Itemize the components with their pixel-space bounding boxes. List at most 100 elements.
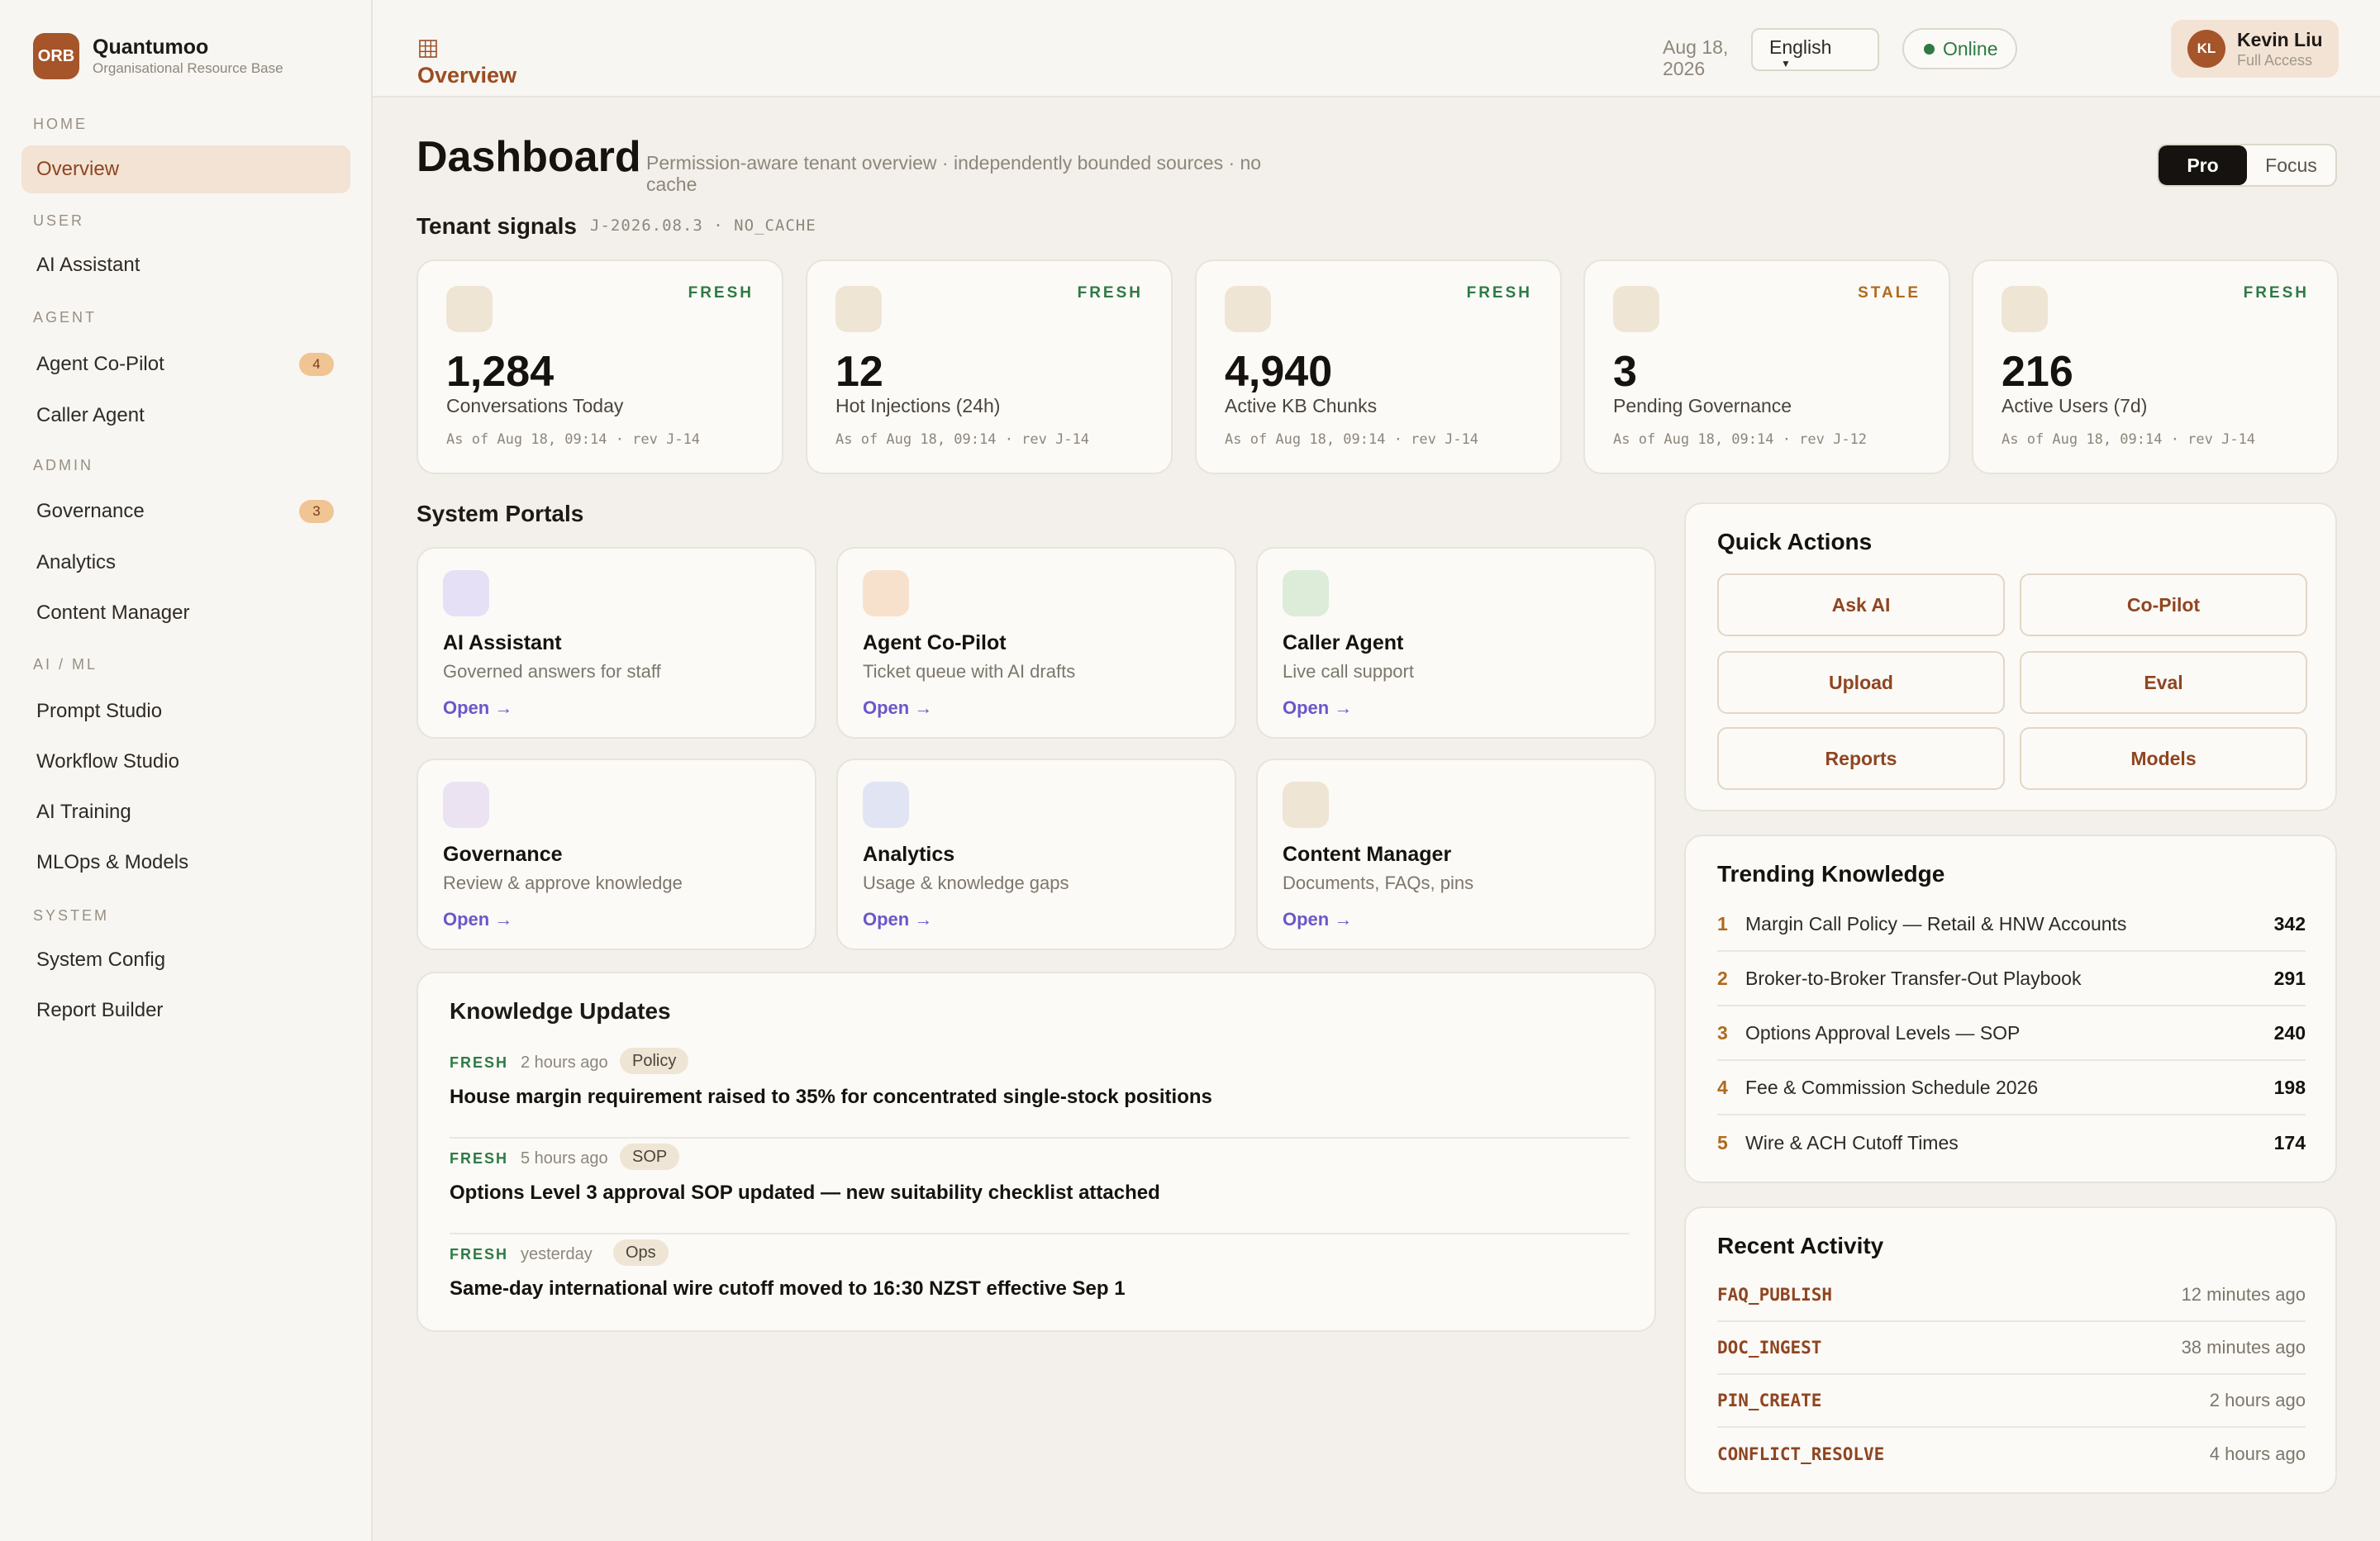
kpi-card-pending-governance[interactable]: STALE 3 Pending Governance As of Aug 18,… — [1583, 259, 1950, 474]
sidebar-item-prompt-studio[interactable]: Prompt Studio — [21, 687, 350, 735]
kpi-card-kb-chunks[interactable]: FRESH 4,940 Active KB Chunks As of Aug 1… — [1195, 259, 1562, 474]
list-item[interactable]: 5 Wire & ACH Cutoff Times 174 — [1717, 1115, 2306, 1170]
sidebar-item-label: Report Builder — [36, 999, 164, 1021]
rank-number: 5 — [1717, 1131, 1728, 1153]
sidebar-item-content-manager[interactable]: Content Manager — [21, 589, 350, 637]
kpi-timestamp: As of Aug 18, 09:14 · rev J-14 — [835, 431, 1090, 448]
sidebar-item-ai-assistant[interactable]: AI Assistant — [21, 241, 350, 289]
list-item[interactable]: 1 Margin Call Policy — Retail & HNW Acco… — [1717, 897, 2306, 952]
reports-button[interactable]: Reports — [1717, 727, 2005, 790]
metric-icon — [446, 286, 493, 332]
kpi-card-hot-injections[interactable]: FRESH 12 Hot Injections (24h) As of Aug … — [806, 259, 1173, 474]
trending-article: Wire & ACH Cutoff Times — [1745, 1131, 1959, 1153]
event-code: CONFLICT_RESOLVE — [1717, 1444, 1885, 1464]
portal-card-caller-agent[interactable]: Caller Agent Live call support Open → — [1256, 547, 1656, 739]
portal-open-link[interactable]: Open → — [863, 909, 932, 930]
sidebar-item-analytics[interactable]: Analytics — [21, 539, 350, 587]
sidebar-item-caller-agent[interactable]: Caller Agent — [21, 392, 350, 440]
list-item[interactable]: FRESH yesterday Ops Same-day internation… — [450, 1234, 1630, 1330]
list-item[interactable]: FRESH 5 hours ago SOP Options Level 3 ap… — [450, 1139, 1630, 1234]
sidebar-item-label: System Config — [36, 949, 166, 971]
table-row[interactable]: FAQ_PUBLISH 12 minutes ago — [1717, 1269, 2306, 1322]
view-mode-toggle: Pro Focus — [2157, 144, 2337, 187]
nav-section-system: SYSTEM — [33, 907, 110, 924]
portal-icon — [863, 782, 909, 828]
sidebar-item-workflow-studio[interactable]: Workflow Studio — [21, 738, 350, 786]
sidebar-item-label: Agent Co-Pilot — [36, 353, 164, 375]
portal-open-link[interactable]: Open → — [1283, 909, 1352, 930]
portal-description: Usage & knowledge gaps — [863, 873, 1069, 893]
list-item[interactable]: 2 Broker-to-Broker Transfer-Out Playbook… — [1717, 952, 2306, 1006]
caret-down-icon: ▼ — [1781, 58, 1791, 69]
portal-open-link[interactable]: Open → — [443, 909, 512, 930]
view-count: 291 — [2273, 967, 2306, 989]
sidebar-item-mlops-models[interactable]: MLOps & Models — [21, 839, 350, 887]
category-tag: Ops — [613, 1239, 669, 1266]
portal-icon — [1283, 782, 1329, 828]
brand[interactable]: ORB Quantumoo Organisational Resource Ba… — [33, 33, 283, 79]
language-select[interactable]: English ▼ — [1751, 28, 1879, 71]
sidebar-item-label: MLOps & Models — [36, 851, 189, 873]
portal-description: Live call support — [1283, 661, 1414, 682]
user-menu[interactable]: KL Kevin Liu Full Access — [2171, 20, 2339, 78]
kpi-label: Conversations Today — [446, 395, 624, 416]
event-time: 38 minutes ago — [2181, 1337, 2306, 1358]
event-code: FAQ_PUBLISH — [1717, 1285, 1833, 1305]
page-breadcrumb-title: Overview — [417, 63, 517, 88]
nav-section-ai-ml: AI / ML — [33, 656, 98, 673]
kpi-label: Active KB Chunks — [1225, 395, 1378, 416]
table-row[interactable]: PIN_CREATE 2 hours ago — [1717, 1375, 2306, 1428]
portal-card-ai-assistant[interactable]: AI Assistant Governed answers for staff … — [416, 547, 816, 739]
table-row[interactable]: DOC_INGEST 38 minutes ago — [1717, 1322, 2306, 1375]
portals-title: System Portals — [416, 501, 584, 526]
event-code: PIN_CREATE — [1717, 1391, 1822, 1410]
portal-card-analytics[interactable]: Analytics Usage & knowledge gaps Open → — [836, 759, 1236, 950]
sidebar-item-label: Workflow Studio — [36, 750, 179, 773]
sidebar-item-report-builder[interactable]: Report Builder — [21, 987, 350, 1034]
category-tag: SOP — [620, 1144, 680, 1170]
portal-name: Content Manager — [1283, 843, 1452, 866]
portal-card-content-manager[interactable]: Content Manager Documents, FAQs, pins Op… — [1256, 759, 1656, 950]
portal-open-link[interactable]: Open → — [443, 697, 512, 719]
sidebar-item-overview[interactable]: Overview — [21, 145, 350, 193]
eval-button[interactable]: Eval — [2020, 651, 2307, 714]
event-time: 12 minutes ago — [2181, 1284, 2306, 1305]
event-time: 2 hours ago — [2209, 1390, 2306, 1410]
freshness-badge: FRESH — [688, 284, 754, 302]
rank-number: 3 — [1717, 1021, 1728, 1044]
kpi-value: 4,940 — [1225, 348, 1333, 396]
sidebar-item-label: Overview — [36, 158, 120, 180]
signals-meta: J-2026.08.3 · NO_CACHE — [590, 216, 816, 235]
portal-icon — [863, 570, 909, 616]
kpi-card-active-users[interactable]: FRESH 216 Active Users (7d) As of Aug 18… — [1972, 259, 2339, 474]
upload-button[interactable]: Upload — [1717, 651, 2005, 714]
count-badge: 4 — [299, 353, 334, 376]
ask-ai-button[interactable]: Ask AI — [1717, 573, 2005, 636]
portal-card-agent-copilot[interactable]: Agent Co-Pilot Ticket queue with AI draf… — [836, 547, 1236, 739]
kpi-label: Hot Injections (24h) — [835, 395, 1001, 416]
sidebar-item-system-config[interactable]: System Config — [21, 936, 350, 984]
freshness-badge: FRESH — [2243, 284, 2309, 302]
sidebar-item-ai-training[interactable]: AI Training — [21, 788, 350, 836]
status-text: Online — [1943, 37, 1998, 59]
table-row[interactable]: CONFLICT_RESOLVE 4 hours ago — [1717, 1428, 2306, 1481]
toggle-focus-button[interactable]: Focus — [2247, 145, 2335, 185]
kpi-card-conversations[interactable]: FRESH 1,284 Conversations Today As of Au… — [416, 259, 783, 474]
portal-open-link[interactable]: Open → — [863, 697, 932, 719]
portal-description: Ticket queue with AI drafts — [863, 661, 1076, 682]
sidebar-item-governance[interactable]: Governance 3 — [21, 488, 350, 535]
portal-open-link[interactable]: Open → — [1283, 697, 1352, 719]
update-time: yesterday — [521, 1245, 593, 1263]
brand-logo: ORB — [33, 33, 79, 79]
event-time: 4 hours ago — [2209, 1443, 2306, 1464]
sidebar-item-label: AI Assistant — [36, 254, 140, 276]
list-item[interactable]: FRESH 2 hours ago Policy House margin re… — [450, 1043, 1630, 1139]
list-item[interactable]: 4 Fee & Commission Schedule 2026 198 — [1717, 1061, 2306, 1115]
toggle-pro-button[interactable]: Pro — [2159, 145, 2247, 185]
models-button[interactable]: Models — [2020, 727, 2307, 790]
quick-actions-card: Quick Actions Ask AI Co-Pilot Upload Eva… — [1684, 502, 2337, 811]
copilot-button[interactable]: Co-Pilot — [2020, 573, 2307, 636]
portal-card-governance[interactable]: Governance Review & approve knowledge Op… — [416, 759, 816, 950]
list-item[interactable]: 3 Options Approval Levels — SOP 240 — [1717, 1006, 2306, 1061]
sidebar-item-agent-copilot[interactable]: Agent Co-Pilot 4 — [21, 340, 350, 388]
